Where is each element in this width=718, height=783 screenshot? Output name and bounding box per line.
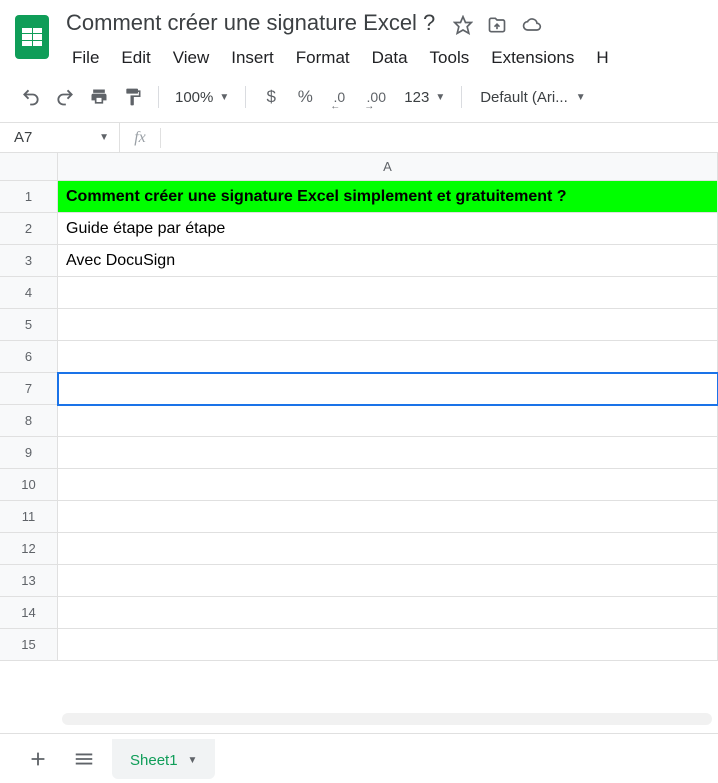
sheets-logo[interactable]: [10, 8, 54, 66]
chevron-down-icon: ▼: [576, 92, 586, 103]
cell-A13[interactable]: [58, 565, 718, 597]
cell-A9[interactable]: [58, 437, 718, 469]
row-header[interactable]: 7: [0, 373, 58, 405]
cloud-status-icon[interactable]: [521, 15, 543, 35]
row-header[interactable]: 6: [0, 341, 58, 373]
cell-A8[interactable]: [58, 405, 718, 437]
menu-edit[interactable]: Edit: [111, 44, 160, 72]
separator: [245, 86, 246, 108]
sheet-tab[interactable]: Sheet1▼: [112, 739, 215, 779]
row-header[interactable]: 12: [0, 533, 58, 565]
fx-icon: fx: [120, 129, 160, 147]
chevron-down-icon: ▼: [435, 92, 445, 103]
star-icon[interactable]: [453, 15, 473, 35]
row-header[interactable]: 9: [0, 437, 58, 469]
document-title[interactable]: Comment créer une signature Excel ?: [62, 8, 439, 38]
font-select[interactable]: Default (Ari...▼: [472, 89, 585, 106]
menu-help[interactable]: H: [586, 44, 618, 72]
menu-extensions[interactable]: Extensions: [481, 44, 584, 72]
menu-bar: File Edit View Insert Format Data Tools …: [62, 44, 708, 72]
row-header[interactable]: 14: [0, 597, 58, 629]
row-header[interactable]: 3: [0, 245, 58, 277]
row-header[interactable]: 4: [0, 277, 58, 309]
chevron-down-icon: ▼: [219, 92, 229, 103]
row-header[interactable]: 5: [0, 309, 58, 341]
format-percent-button[interactable]: %: [290, 82, 320, 112]
chevron-down-icon: ▼: [188, 755, 198, 766]
cell-A14[interactable]: [58, 597, 718, 629]
sheet-bar: Sheet1▼: [0, 733, 718, 783]
zoom-select[interactable]: 100%▼: [169, 89, 235, 106]
cell-A2[interactable]: Guide étape par étape: [58, 213, 718, 245]
paint-format-button[interactable]: [118, 82, 148, 112]
increase-decimal-button[interactable]: .00→: [358, 82, 394, 112]
toolbar: 100%▼ $ % .0← .00→ 123▼ Default (Ari...▼: [0, 72, 718, 116]
row-header[interactable]: 13: [0, 565, 58, 597]
undo-button[interactable]: [16, 82, 46, 112]
menu-data[interactable]: Data: [362, 44, 418, 72]
menu-file[interactable]: File: [62, 44, 109, 72]
separator: [158, 86, 159, 108]
cell-A10[interactable]: [58, 469, 718, 501]
row-header[interactable]: 1: [0, 181, 58, 213]
cell-A6[interactable]: [58, 341, 718, 373]
name-box[interactable]: A7▼: [0, 123, 120, 153]
menu-view[interactable]: View: [163, 44, 220, 72]
decrease-decimal-button[interactable]: .0←: [324, 82, 354, 112]
cell-A7[interactable]: [58, 373, 718, 405]
formula-bar[interactable]: [161, 123, 718, 152]
cell-A1[interactable]: Comment créer une signature Excel simple…: [58, 181, 718, 213]
add-sheet-button[interactable]: [20, 741, 56, 777]
separator: [461, 86, 462, 108]
menu-format[interactable]: Format: [286, 44, 360, 72]
menu-tools[interactable]: Tools: [420, 44, 480, 72]
cell-A3[interactable]: Avec DocuSign: [58, 245, 718, 277]
print-button[interactable]: [84, 82, 114, 112]
all-sheets-button[interactable]: [66, 741, 102, 777]
spreadsheet-grid: A1Comment créer une signature Excel simp…: [0, 153, 718, 661]
cell-A4[interactable]: [58, 277, 718, 309]
select-all-corner[interactable]: [0, 153, 58, 180]
horizontal-scrollbar[interactable]: [62, 713, 712, 725]
cell-A5[interactable]: [58, 309, 718, 341]
menu-insert[interactable]: Insert: [221, 44, 284, 72]
chevron-down-icon: ▼: [99, 132, 109, 143]
row-header[interactable]: 2: [0, 213, 58, 245]
column-header[interactable]: A: [58, 153, 718, 180]
move-icon[interactable]: [487, 15, 507, 35]
row-header[interactable]: 11: [0, 501, 58, 533]
format-currency-button[interactable]: $: [256, 82, 286, 112]
cell-A15[interactable]: [58, 629, 718, 661]
row-header[interactable]: 8: [0, 405, 58, 437]
cell-A11[interactable]: [58, 501, 718, 533]
row-header[interactable]: 15: [0, 629, 58, 661]
row-header[interactable]: 10: [0, 469, 58, 501]
redo-button[interactable]: [50, 82, 80, 112]
number-format-select[interactable]: 123▼: [398, 89, 451, 106]
cell-A12[interactable]: [58, 533, 718, 565]
